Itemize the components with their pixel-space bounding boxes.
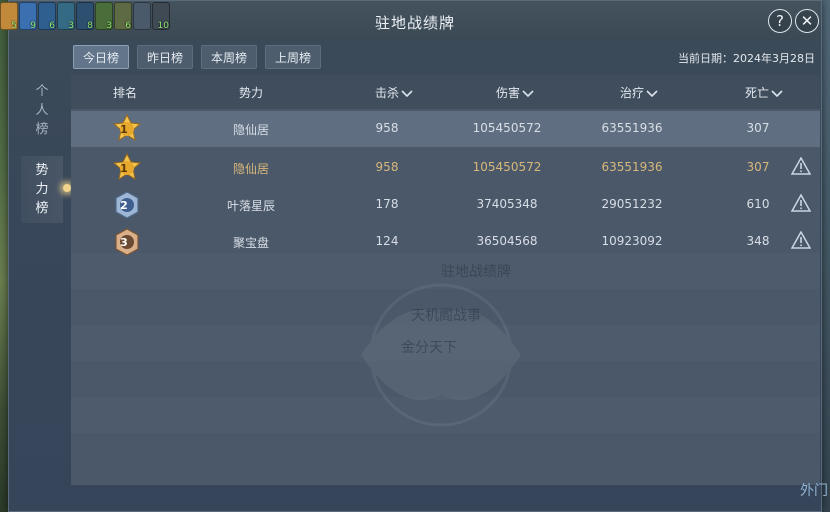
buff-stack-count: 9 [30,21,36,31]
col-damage[interactable]: 伤害 [480,84,550,101]
side-tab-faction-label: 势力榜 [35,163,49,216]
col-heal[interactable]: 治疗 [604,84,674,101]
table-row[interactable]: 3 聚宝盘 124 36504568 10923092 348 [71,224,820,260]
period-tabs: 今日榜 昨日榜 本周榜 上周榜 [73,45,322,69]
sort-chevron-icon [771,89,783,97]
tab-last-week[interactable]: 上周榜 [265,45,322,69]
tab-today[interactable]: 今日榜 [73,45,130,69]
side-tab-faction[interactable]: 势力榜 [21,156,71,223]
sort-chevron-icon [522,89,534,97]
damage-value: 105450572 [472,121,542,135]
buff-icon[interactable]: 9 [19,2,37,31]
ranking-table: 排名 势力 击杀 伤害 治疗 死亡 驻地战绩牌 天机阁战事 金分天下 1 隐仙居 [71,75,820,485]
side-tabs: 个人榜 势力榜 [17,77,71,223]
buff-stack-count: 6 [49,21,55,31]
damage-value: 105450572 [472,160,542,174]
tab-yesterday[interactable]: 昨日榜 [137,45,194,69]
table-row[interactable]: 1 隐仙居 958 105450572 63551936 307 [71,111,820,147]
help-icon: ? [776,12,784,30]
war-record-window: 驻地战绩牌 ? ✕ 今日榜 昨日榜 本周榜 上周榜 当前日期：2024年3月28… [8,0,822,512]
watermark-line1: 驻地战绩牌 [441,264,511,280]
col-kills[interactable]: 击杀 [359,84,429,101]
col-deaths[interactable]: 死亡 [729,84,799,101]
current-date: 当前日期：2024年3月28日 [678,52,815,65]
kills-value: 958 [375,121,399,135]
sort-chevron-icon [646,89,658,97]
buff-stack-count: 3 [68,21,74,31]
faction-name: 聚宝盘 [232,236,270,250]
help-button[interactable]: ? [768,9,792,33]
warning-icon[interactable] [791,231,811,249]
buff-stack-count: 8 [87,21,93,31]
col-rank: 排名 [112,86,137,100]
buff-icon[interactable]: 8 [76,2,94,31]
deaths-value: 307 [746,160,770,174]
damage-value: 37405348 [476,197,538,211]
warning-icon[interactable] [791,157,811,175]
kills-value: 178 [375,197,399,211]
buff-icon[interactable]: 3 [95,2,113,31]
faction-name: 叶落星辰 [226,199,276,213]
heal-value: 63551936 [601,121,663,135]
close-button[interactable]: ✕ [795,9,819,33]
buff-bar: 5 9 6 3 8 3 6 10 [0,2,195,32]
buff-icon[interactable]: 6 [38,2,56,31]
damage-value: 36504568 [476,234,538,248]
deaths-value: 307 [746,121,770,135]
faction-name: 隐仙居 [232,162,270,176]
rank-number: 2 [120,199,128,212]
buff-stack-count: 3 [106,21,112,31]
deaths-value: 348 [746,234,770,248]
kills-value: 124 [375,234,399,248]
heal-value: 63551936 [601,160,663,174]
sort-chevron-icon [401,89,413,97]
table-header: 排名 势力 击杀 伤害 治疗 死亡 [71,75,820,109]
warning-icon[interactable] [791,194,811,212]
active-glow [63,184,71,192]
buff-icon[interactable]: 5 [0,2,18,31]
buff-icon[interactable] [133,2,151,30]
rank-number: 1 [120,162,128,175]
buff-icon[interactable]: 3 [57,2,75,31]
heal-value: 10923092 [601,234,663,248]
heal-value: 29051232 [601,197,663,211]
corner-label: 外门 [800,483,828,499]
buff-icon[interactable]: 10 [152,2,170,31]
close-icon: ✕ [800,12,814,30]
buff-stack-count: 5 [11,21,17,31]
deaths-value: 610 [746,197,770,211]
kills-value: 958 [375,160,399,174]
buff-stack-count: 10 [157,21,169,31]
rank-number: 3 [120,236,128,249]
watermark-line3: 金分天下 [401,340,457,356]
side-tab-personal-label: 个人榜 [35,84,49,137]
tab-this-week[interactable]: 本周榜 [201,45,258,69]
rank-number: 1 [120,123,128,136]
watermark-line2: 天机阁战事 [411,308,481,324]
table-row[interactable]: 1 隐仙居 958 105450572 63551936 307 [71,150,820,186]
side-tab-personal[interactable]: 个人榜 [21,77,63,144]
table-row[interactable]: 2 叶落星辰 178 37405348 29051232 610 [71,187,820,223]
buff-stack-count: 6 [125,21,131,31]
faction-name: 隐仙居 [232,123,270,137]
buff-icon[interactable]: 6 [114,2,132,31]
col-faction: 势力 [238,86,263,100]
